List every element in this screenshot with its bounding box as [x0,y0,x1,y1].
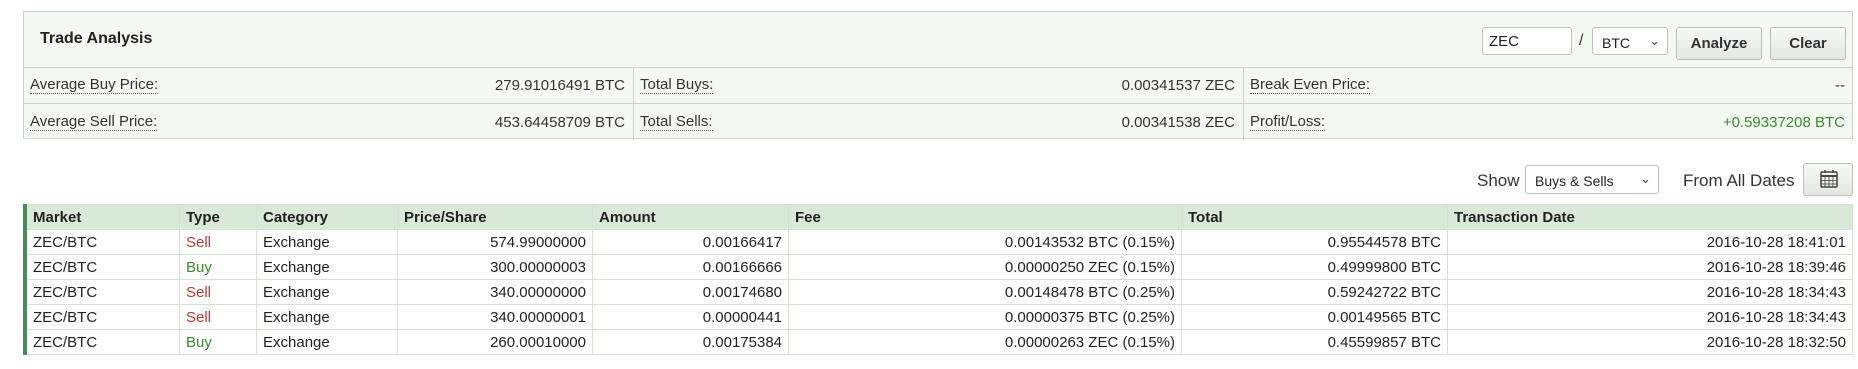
table-row[interactable]: ZEC/BTC Sell Exchange 340.00000001 0.000… [23,304,1853,330]
table-row[interactable]: ZEC/BTC Buy Exchange 260.00010000 0.0017… [23,329,1853,355]
cell-amount: 0.00000441 [592,304,789,330]
cell-date: 2016-10-28 18:34:43 [1447,279,1853,305]
column-header-fee[interactable]: Fee [788,204,1182,230]
cell-amount: 0.00166417 [592,229,789,255]
stat-average-sell: Average Sell Price: 453.64458709 BTC [24,104,634,140]
cell-total: 0.45599857 BTC [1181,329,1448,355]
cell-price: 260.00010000 [397,329,593,355]
cell-amount: 0.00166666 [592,254,789,280]
show-filter-value: Buys & Sells [1535,173,1614,189]
cell-fee: 0.00000375 BTC (0.25%) [788,304,1182,330]
trade-analysis-panel: Trade Analysis / BTC ⌄ Analyze Clear Ave… [23,11,1853,140]
analyze-button[interactable]: Analyze [1676,27,1762,60]
break-even-value: -- [1835,77,1845,94]
chevron-down-icon: ⌄ [1640,171,1651,186]
cell-total: 0.00149565 BTC [1181,304,1448,330]
stat-average-buy: Average Buy Price: 279.91016491 BTC [24,67,634,103]
pair-separator: / [1579,32,1584,49]
calendar-icon [1820,170,1838,188]
cell-fee: 0.00148478 BTC (0.25%) [788,279,1182,305]
column-header-category[interactable]: Category [256,204,398,230]
cell-type: Sell [179,304,257,330]
stat-total-sells: Total Sells: 0.00341538 ZEC [634,104,1244,140]
cell-type: Buy [179,254,257,280]
stat-profit-loss: Profit/Loss: +0.59337208 BTC [1244,104,1853,140]
total-buys-value: 0.00341537 ZEC [1121,77,1235,94]
total-sells-label[interactable]: Total Sells: [640,114,713,131]
quote-currency-select[interactable]: BTC ⌄ [1592,27,1668,55]
cell-total: 0.95544578 BTC [1181,229,1448,255]
cell-market: ZEC/BTC [26,304,180,330]
cell-type: Sell [179,279,257,305]
cell-date: 2016-10-28 18:39:46 [1447,254,1853,280]
cell-fee: 0.00143532 BTC (0.15%) [788,229,1182,255]
cell-category: Exchange [256,229,398,255]
column-header-amount[interactable]: Amount [592,204,789,230]
cell-total: 0.59242722 BTC [1181,279,1448,305]
cell-amount: 0.00174680 [592,279,789,305]
table-header-row: Market Type Category Price/Share Amount … [23,204,1853,230]
cell-category: Exchange [256,254,398,280]
cell-amount: 0.00175384 [592,329,789,355]
cell-type: Buy [179,329,257,355]
cell-category: Exchange [256,279,398,305]
cell-market: ZEC/BTC [26,279,180,305]
cell-date: 2016-10-28 18:41:01 [1447,229,1853,255]
column-header-price[interactable]: Price/Share [397,204,593,230]
trade-history-table: Market Type Category Price/Share Amount … [23,204,1853,355]
stats-row-buy: Average Buy Price: 279.91016491 BTC Tota… [24,67,1852,103]
cell-type: Sell [179,229,257,255]
average-buy-label[interactable]: Average Buy Price: [30,77,159,94]
average-sell-label[interactable]: Average Sell Price: [30,114,158,131]
total-buys-label[interactable]: Total Buys: [640,77,714,94]
cell-price: 340.00000000 [397,279,593,305]
cell-market: ZEC/BTC [26,329,180,355]
trade-analysis-header: Trade Analysis / BTC ⌄ Analyze Clear [24,12,1852,68]
date-range-label: From All Dates [1683,171,1795,190]
cell-market: ZEC/BTC [26,229,180,255]
table-row[interactable]: ZEC/BTC Buy Exchange 300.00000003 0.0016… [23,254,1853,280]
column-header-date[interactable]: Transaction Date [1447,204,1853,230]
table-row[interactable]: ZEC/BTC Sell Exchange 340.00000000 0.001… [23,279,1853,305]
cell-price: 340.00000001 [397,304,593,330]
cell-category: Exchange [256,329,398,355]
cell-price: 300.00000003 [397,254,593,280]
cell-date: 2016-10-28 18:32:50 [1447,329,1853,355]
cell-category: Exchange [256,304,398,330]
column-header-type[interactable]: Type [179,204,257,230]
break-even-label[interactable]: Break Even Price: [1250,77,1371,94]
cell-fee: 0.00000263 ZEC (0.15%) [788,329,1182,355]
coin-input[interactable] [1482,27,1572,55]
cell-total: 0.49999800 BTC [1181,254,1448,280]
profit-loss-label[interactable]: Profit/Loss: [1250,114,1326,131]
average-buy-value: 279.91016491 BTC [494,77,625,94]
stats-row-sell: Average Sell Price: 453.64458709 BTC Tot… [24,103,1852,140]
date-picker-button[interactable] [1803,163,1853,196]
stat-total-buys: Total Buys: 0.00341537 ZEC [634,67,1244,103]
clear-button[interactable]: Clear [1770,27,1846,60]
column-header-market[interactable]: Market [26,204,180,230]
show-filter-select[interactable]: Buys & Sells ⌄ [1525,165,1659,194]
chevron-down-icon: ⌄ [1649,33,1660,48]
quote-currency-value: BTC [1602,35,1630,51]
average-sell-value: 453.64458709 BTC [494,114,625,131]
cell-market: ZEC/BTC [26,254,180,280]
total-sells-value: 0.00341538 ZEC [1121,114,1235,131]
cell-fee: 0.00000250 ZEC (0.15%) [788,254,1182,280]
column-header-total[interactable]: Total [1181,204,1448,230]
profit-loss-value: +0.59337208 BTC [1722,114,1845,131]
cell-date: 2016-10-28 18:34:43 [1447,304,1853,330]
table-row[interactable]: ZEC/BTC Sell Exchange 574.99000000 0.001… [23,229,1853,255]
show-filter-label: Show [1477,171,1520,190]
panel-title: Trade Analysis [40,30,153,47]
cell-price: 574.99000000 [397,229,593,255]
stat-break-even: Break Even Price: -- [1244,67,1853,103]
